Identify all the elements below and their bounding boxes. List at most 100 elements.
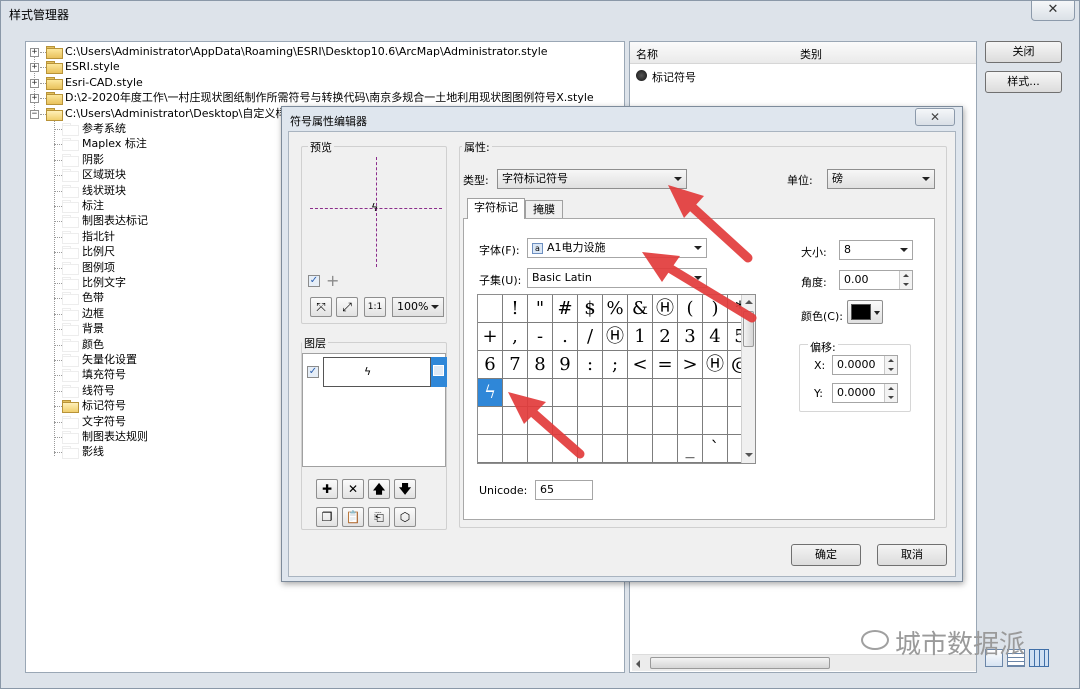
tab-mask[interactable]: 掩膜 xyxy=(525,200,563,219)
layers-list[interactable]: ✓ ϟ xyxy=(302,353,447,467)
character-cell[interactable]: ) xyxy=(703,295,728,323)
font-select[interactable]: a A1电力设施 xyxy=(527,238,707,258)
character-cell[interactable]: 1 xyxy=(628,323,653,351)
layer-lock-icon[interactable] xyxy=(431,357,447,387)
character-cell[interactable] xyxy=(553,407,578,435)
character-cell[interactable]: 9 xyxy=(553,351,578,379)
copy-layer-button[interactable]: ❐ xyxy=(316,507,338,527)
character-cell[interactable]: 3 xyxy=(678,323,703,351)
paste-layer-button[interactable]: 📋 xyxy=(342,507,364,527)
character-cell[interactable] xyxy=(503,407,528,435)
scroll-left-arrow-icon[interactable] xyxy=(636,660,640,668)
add-plus-icon[interactable]: + xyxy=(326,271,339,290)
layer-row[interactable]: ϟ xyxy=(323,357,431,387)
selected-character-cell[interactable]: ϟ xyxy=(478,379,503,407)
zoom-1-to-1-button[interactable]: 1:1 xyxy=(364,297,386,317)
subset-select[interactable]: Basic Latin xyxy=(527,268,707,288)
spin-down-icon[interactable] xyxy=(899,280,912,289)
character-cell[interactable] xyxy=(553,435,578,463)
character-cell[interactable]: > xyxy=(678,351,703,379)
spin-up-icon[interactable] xyxy=(884,384,897,393)
preview-checkbox[interactable]: ✓ xyxy=(308,275,320,287)
expand-icon[interactable]: + xyxy=(30,78,39,88)
spin-down-icon[interactable] xyxy=(884,393,897,402)
character-cell[interactable] xyxy=(653,379,678,407)
character-cell[interactable]: : xyxy=(578,351,603,379)
character-cell[interactable]: Ⓗ xyxy=(603,323,628,351)
expand-icon[interactable]: + xyxy=(30,94,39,104)
character-cell[interactable]: ( xyxy=(678,295,703,323)
size-select[interactable]: 8 xyxy=(839,240,913,260)
dialog-close-button[interactable]: ✕ xyxy=(915,108,955,126)
character-cell[interactable]: = xyxy=(653,351,678,379)
styles-button[interactable]: 样式... xyxy=(985,71,1062,93)
details-view-icon[interactable] xyxy=(1029,649,1049,667)
character-grid[interactable]: ! " # $% & Ⓗ() * +, -. / Ⓗ 1 2 3 4 5 6 7 8 9:; < = > Ⓗ @ ϟ _ ` xyxy=(477,294,756,464)
zoom-extent-button[interactable]: ⤢ xyxy=(336,297,358,317)
expand-icon[interactable]: + xyxy=(30,48,39,57)
add-layer-button[interactable]: ✚ xyxy=(316,479,338,499)
unicode-field[interactable]: 65 xyxy=(535,480,593,500)
character-cell[interactable]: _ xyxy=(678,435,703,463)
character-cell[interactable] xyxy=(678,407,703,435)
spin-up-icon[interactable] xyxy=(899,271,912,280)
character-cell[interactable] xyxy=(703,379,728,407)
character-cell[interactable]: - xyxy=(528,323,553,351)
character-cell[interactable] xyxy=(478,435,503,463)
character-cell[interactable] xyxy=(603,407,628,435)
character-cell[interactable] xyxy=(478,295,503,323)
character-cell[interactable]: < xyxy=(628,351,653,379)
zoom-select[interactable]: 100% xyxy=(392,297,444,317)
character-cell[interactable] xyxy=(703,407,728,435)
character-cell[interactable]: / xyxy=(578,323,603,351)
character-cell[interactable] xyxy=(628,407,653,435)
cancel-button[interactable]: 取消 xyxy=(877,544,947,566)
character-cell[interactable] xyxy=(503,435,528,463)
scrollbar-thumb[interactable] xyxy=(743,311,754,347)
character-cell[interactable] xyxy=(628,379,653,407)
character-cell[interactable] xyxy=(478,407,503,435)
move-layer-down-button[interactable]: 🡇 xyxy=(394,479,416,499)
expand-icon[interactable]: + xyxy=(30,63,39,73)
scroll-up-arrow-icon[interactable] xyxy=(745,300,753,304)
character-cell[interactable]: Ⓗ xyxy=(653,295,678,323)
character-cell[interactable] xyxy=(678,379,703,407)
character-cell[interactable] xyxy=(628,435,653,463)
character-cell[interactable]: , xyxy=(503,323,528,351)
angle-spinner[interactable]: 0.00 xyxy=(839,270,913,290)
zoom-fit-button[interactable]: ⤧ xyxy=(310,297,332,317)
character-cell[interactable]: 2 xyxy=(653,323,678,351)
character-cell[interactable]: $ xyxy=(578,295,603,323)
offset-x-spinner[interactable]: 0.0000 xyxy=(832,355,898,375)
offset-y-spinner[interactable]: 0.0000 xyxy=(832,383,898,403)
character-cell[interactable]: Ⓗ xyxy=(703,351,728,379)
character-cell[interactable]: . xyxy=(553,323,578,351)
character-cell[interactable] xyxy=(578,379,603,407)
character-cell[interactable] xyxy=(578,435,603,463)
character-cell[interactable] xyxy=(578,407,603,435)
spin-down-icon[interactable] xyxy=(884,365,897,374)
character-cell[interactable]: & xyxy=(628,295,653,323)
grid-vertical-scrollbar[interactable] xyxy=(741,295,755,463)
character-cell[interactable]: ! xyxy=(503,295,528,323)
restore-layer-button[interactable]: ⎗ xyxy=(368,507,390,527)
column-header-name[interactable]: 名称 xyxy=(636,46,658,62)
layer-checkbox[interactable]: ✓ xyxy=(307,366,319,378)
move-layer-up-button[interactable]: 🡅 xyxy=(368,479,390,499)
tag-layer-button[interactable]: ⬡ xyxy=(394,507,416,527)
character-cell[interactable]: ; xyxy=(603,351,628,379)
tab-character-marker[interactable]: 字符标记 xyxy=(467,198,525,219)
type-select[interactable]: 字符标记符号 xyxy=(497,169,687,189)
column-header-category[interactable]: 类别 xyxy=(800,46,822,62)
character-cell[interactable]: % xyxy=(603,295,628,323)
character-cell[interactable]: 4 xyxy=(703,323,728,351)
close-button[interactable]: 关闭 xyxy=(985,41,1062,63)
character-cell[interactable]: # xyxy=(553,295,578,323)
character-cell[interactable] xyxy=(603,379,628,407)
character-cell[interactable] xyxy=(653,435,678,463)
units-select[interactable]: 磅 xyxy=(827,169,935,189)
character-cell[interactable] xyxy=(603,435,628,463)
character-cell[interactable] xyxy=(528,407,553,435)
collapse-icon[interactable]: − xyxy=(30,109,39,119)
character-cell[interactable] xyxy=(528,379,553,407)
